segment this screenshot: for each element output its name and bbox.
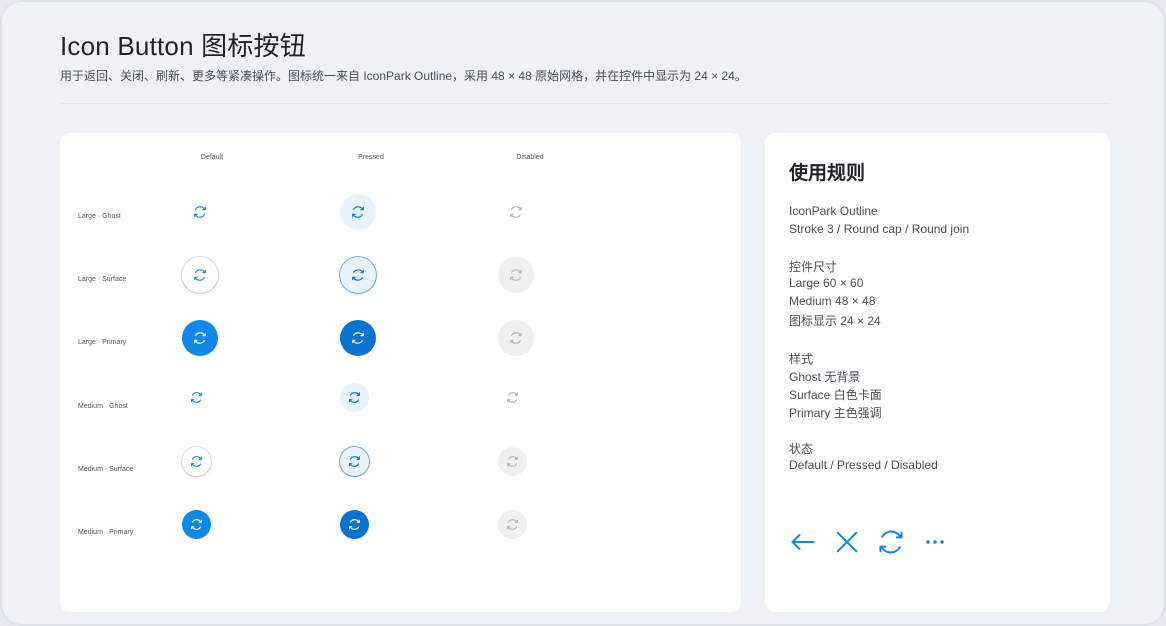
- refresh-icon: [507, 519, 518, 530]
- refresh-icon: [349, 456, 360, 467]
- medium-primary-disabled-button: [498, 510, 527, 539]
- refresh-icon: [352, 332, 364, 344]
- large-surface-default-button[interactable]: [182, 257, 218, 293]
- refresh-icon: [510, 206, 522, 218]
- rules-style-ghost: Ghost 无背景: [789, 370, 861, 384]
- refresh-icon: [191, 456, 202, 467]
- rules-title: 使用规则: [789, 163, 866, 184]
- medium-primary-default-button[interactable]: [182, 510, 211, 539]
- row-label-medium-primary: Medium · Primary: [78, 529, 134, 536]
- medium-surface-default-button[interactable]: [182, 447, 211, 476]
- large-ghost-disabled-button: [498, 194, 534, 230]
- button-matrix-card: [60, 133, 741, 612]
- rules-iconset: IconPark Outline: [789, 204, 878, 218]
- medium-primary-pressed-button[interactable]: [340, 510, 369, 539]
- large-primary-pressed-button[interactable]: [340, 320, 376, 356]
- page-subtitle: 用于返回、关闭、刷新、更多等紧凑操作。图标统一来自 IconPark Outli…: [60, 69, 747, 83]
- row-label-large-ghost: Large · Ghost: [78, 213, 121, 220]
- rules-style-heading: 样式: [789, 352, 814, 366]
- refresh-icon[interactable]: [877, 528, 905, 556]
- rules-state-values: Default / Pressed / Disabled: [789, 458, 938, 472]
- refresh-icon: [191, 392, 202, 403]
- refresh-icon: [194, 332, 206, 344]
- medium-ghost-disabled-button: [498, 383, 527, 412]
- medium-surface-pressed-button[interactable]: [340, 447, 369, 476]
- refresh-icon: [510, 269, 522, 281]
- row-label-medium-surface: Medium · Surface: [78, 466, 134, 473]
- large-ghost-pressed-button[interactable]: [340, 194, 376, 230]
- medium-ghost-default-button[interactable]: [182, 383, 211, 412]
- page-frame: Icon Button 图标按钮 用于返回、关闭、刷新、更多等紧凑操作。图标统一…: [0, 0, 1166, 626]
- rules-size-large: Large 60 × 60: [789, 276, 864, 290]
- refresh-icon: [510, 332, 522, 344]
- large-surface-disabled-button: [498, 257, 534, 293]
- medium-surface-disabled-button: [498, 447, 527, 476]
- refresh-icon: [349, 519, 360, 530]
- large-surface-pressed-button[interactable]: [340, 257, 376, 293]
- column-header-default: Default: [200, 154, 224, 161]
- refresh-icon: [194, 269, 206, 281]
- rules-size-heading: 控件尺寸: [789, 260, 838, 274]
- large-primary-default-button[interactable]: [182, 320, 218, 356]
- rules-stroke: Stroke 3 / Round cap / Round join: [789, 222, 970, 236]
- close-icon[interactable]: [833, 528, 861, 556]
- rules-style-surface: Surface 白色卡面: [789, 388, 882, 402]
- rules-size-medium: Medium 48 × 48: [789, 294, 876, 308]
- column-header-pressed: Pressed: [358, 154, 384, 161]
- row-label-large-primary: Large · Primary: [78, 339, 127, 346]
- rules-style-primary: Primary 主色强调: [789, 406, 882, 420]
- rules-state-heading: 状态: [789, 442, 814, 456]
- refresh-icon: [349, 392, 360, 403]
- refresh-icon: [352, 206, 364, 218]
- large-ghost-default-button[interactable]: [182, 194, 218, 230]
- refresh-icon: [507, 392, 518, 403]
- column-header-disabled: Disabled: [516, 154, 544, 161]
- medium-ghost-pressed-button[interactable]: [340, 383, 369, 412]
- row-label-medium-ghost: Medium · Ghost: [78, 403, 128, 410]
- arrow-left-icon[interactable]: [789, 528, 817, 556]
- more-icon[interactable]: [921, 528, 949, 556]
- refresh-icon: [191, 519, 202, 530]
- rules-size-icon: 图标显示 24 × 24: [789, 314, 881, 328]
- row-label-large-surface: Large · Surface: [78, 276, 127, 283]
- large-primary-disabled-button: [498, 320, 534, 356]
- page-title: Icon Button 图标按钮: [60, 31, 306, 61]
- refresh-icon: [507, 456, 518, 467]
- refresh-icon: [194, 206, 206, 218]
- refresh-icon: [352, 269, 364, 281]
- header-divider: [60, 103, 1110, 104]
